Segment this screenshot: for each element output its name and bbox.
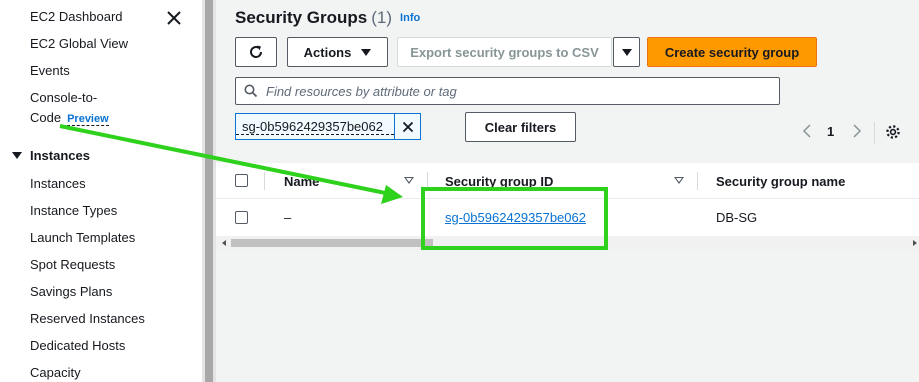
sidebar-item-ec2-dashboard[interactable]: EC2 Dashboard <box>30 9 123 25</box>
sidebar-item-console-to-code[interactable]: Code Preview <box>30 110 109 127</box>
row-checkbox[interactable] <box>235 211 248 224</box>
sidebar-item-launch-templates[interactable]: Launch Templates <box>30 230 135 246</box>
page-title: Security Groups (1) Info <box>235 8 420 28</box>
caret-down-icon <box>361 48 372 56</box>
close-icon[interactable] <box>164 8 184 28</box>
result-count: (1) <box>371 8 393 27</box>
sidebar-item-spot-requests[interactable]: Spot Requests <box>30 257 115 273</box>
sidebar-item-events[interactable]: Events <box>30 63 70 79</box>
search-placeholder: Find resources by attribute or tag <box>266 83 457 99</box>
filter-token-value: sg-0b5962429357be062 <box>236 119 394 135</box>
export-dropdown-button[interactable] <box>613 37 640 67</box>
sidebar-item-reserved-instances[interactable]: Reserved Instances <box>30 311 145 327</box>
sidebar: EC2 Dashboard EC2 Global View Events Con… <box>0 0 202 382</box>
sidebar-scrollbar[interactable] <box>202 0 216 382</box>
remove-filter-button[interactable] <box>394 114 420 139</box>
clear-filters-button[interactable]: Clear filters <box>465 112 576 142</box>
sidebar-item-console-to-code-line1[interactable]: Console-to- <box>30 90 97 106</box>
pager-divider <box>874 122 875 144</box>
sidebar-item-instances[interactable]: Instances <box>30 176 86 192</box>
export-csv-button[interactable]: Export security groups to CSV <box>397 37 612 67</box>
highlight-box <box>421 187 608 250</box>
create-security-group-button[interactable]: Create security group <box>647 37 817 67</box>
scroll-left-icon[interactable] <box>222 240 226 246</box>
column-divider <box>697 172 698 190</box>
sidebar-scrollbar-thumb[interactable] <box>205 0 213 382</box>
filter-token: sg-0b5962429357be062 <box>235 113 421 140</box>
caret-down-icon <box>12 152 22 159</box>
page-title-text: Security Groups <box>235 8 368 27</box>
close-icon <box>402 121 413 132</box>
search-input[interactable]: Find resources by attribute or tag <box>235 77 780 105</box>
sort-icon[interactable] <box>404 177 414 184</box>
chevron-right-icon <box>853 124 862 138</box>
prev-page-button[interactable] <box>802 124 812 141</box>
refresh-button[interactable] <box>235 37 277 67</box>
sidebar-item-console-to-code-line2: Code <box>30 110 62 125</box>
sidebar-section-label: Instances <box>30 148 90 163</box>
sort-icon[interactable] <box>674 177 684 184</box>
sidebar-item-ec2-global-view[interactable]: EC2 Global View <box>30 36 128 52</box>
cell-name: – <box>284 210 292 225</box>
cell-security-group-name: DB-SG <box>716 210 758 225</box>
refresh-icon <box>250 45 263 58</box>
scroll-right-icon[interactable] <box>913 240 917 246</box>
column-header-name[interactable]: Name <box>284 174 319 189</box>
info-link[interactable]: Info <box>400 12 420 24</box>
column-divider <box>264 172 265 190</box>
search-icon <box>244 84 258 98</box>
sidebar-item-dedicated-hosts[interactable]: Dedicated Hosts <box>30 338 125 354</box>
caret-down-icon <box>621 48 632 56</box>
table-scrollbar-thumb[interactable] <box>231 239 433 247</box>
select-all-checkbox[interactable] <box>235 174 248 187</box>
sidebar-item-instance-types[interactable]: Instance Types <box>30 203 117 219</box>
sidebar-item-savings-plans[interactable]: Savings Plans <box>30 284 112 300</box>
actions-label: Actions <box>303 44 352 60</box>
chevron-left-icon <box>802 124 811 138</box>
page-number[interactable]: 1 <box>827 124 834 139</box>
preview-badge: Preview <box>67 113 109 126</box>
next-page-button[interactable] <box>852 124 862 141</box>
column-header-security-group-name[interactable]: Security group name <box>716 174 845 189</box>
actions-button[interactable]: Actions <box>287 37 388 67</box>
gear-icon <box>886 125 900 139</box>
preferences-button[interactable] <box>885 124 901 145</box>
sidebar-item-capacity[interactable]: Capacity <box>30 365 81 381</box>
sidebar-section-instances[interactable]: Instances <box>12 148 90 163</box>
